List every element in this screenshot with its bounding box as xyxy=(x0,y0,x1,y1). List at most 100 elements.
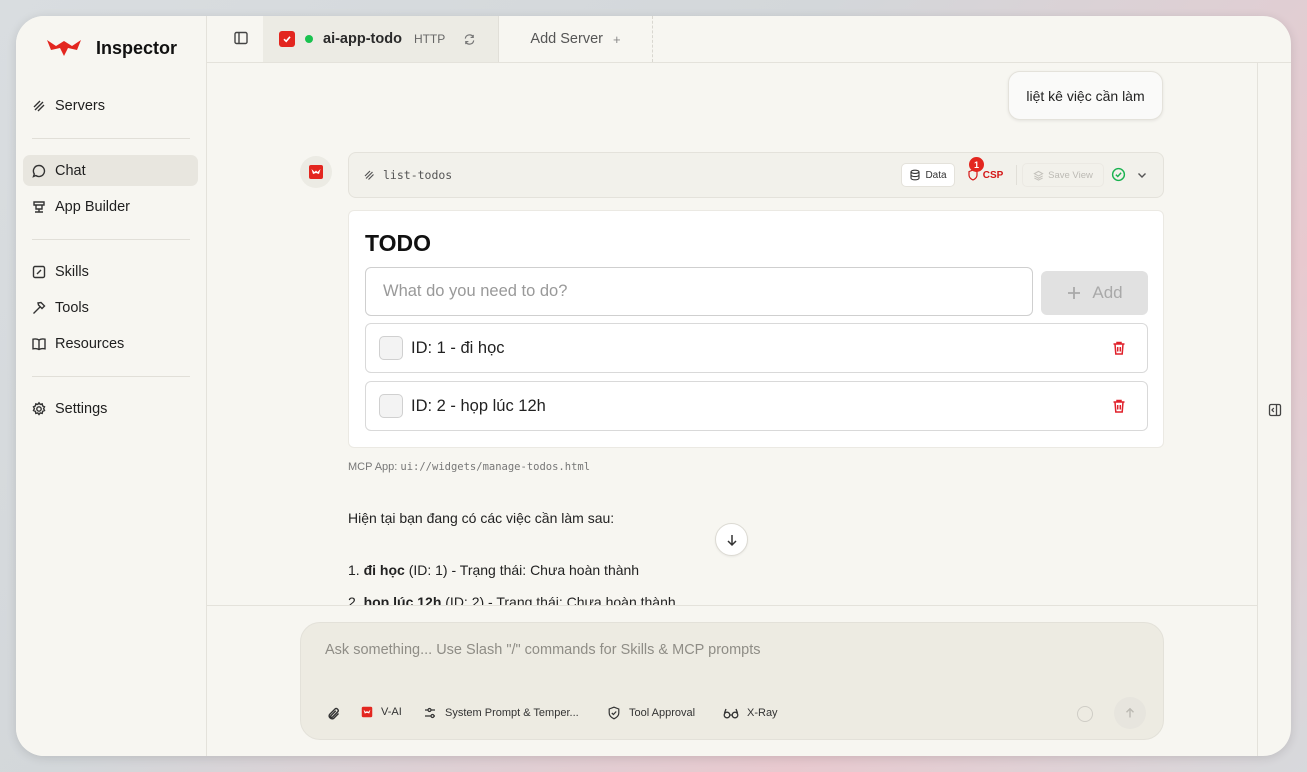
mcp-app-path: ui://widgets/manage-todos.html xyxy=(400,461,591,473)
shield-check-icon xyxy=(608,706,620,720)
brand[interactable]: Inspector xyxy=(46,36,177,60)
user-message-text: liệt kê việc cần làm xyxy=(1026,87,1145,104)
plus-icon: + xyxy=(612,31,621,47)
skills-icon xyxy=(31,264,47,280)
sidebar-divider xyxy=(32,376,190,377)
sidebar-item-skills[interactable]: Skills xyxy=(23,256,198,287)
tool-approval-label: Tool Approval xyxy=(629,707,696,719)
sidebar-item-resources[interactable]: Resources xyxy=(23,328,198,359)
assistant-avatar xyxy=(300,156,332,188)
sidebar-item-settings[interactable]: Settings xyxy=(23,393,198,424)
sidebar-item-servers[interactable]: Servers xyxy=(23,90,198,121)
data-button-label: Data xyxy=(925,169,947,181)
user-message: liệt kê việc cần làm xyxy=(1008,71,1163,120)
sidebar-item-app-builder[interactable]: App Builder xyxy=(23,191,198,222)
tool-approval-button[interactable]: Tool Approval xyxy=(607,706,695,720)
right-panel-rail xyxy=(1257,63,1291,756)
servers-icon xyxy=(31,98,47,114)
sidebar-item-label: Resources xyxy=(55,335,125,352)
add-todo-label: Add xyxy=(1092,283,1123,302)
todo-item: ID: 1 - đi học xyxy=(365,323,1148,373)
server-protocol: HTTP xyxy=(413,32,446,46)
chat-composer[interactable]: Ask something... Use Slash "/" commands … xyxy=(300,622,1164,740)
server-checkbox[interactable] xyxy=(279,31,295,47)
scroll-to-bottom-button[interactable] xyxy=(715,523,748,556)
chevron-down-icon[interactable] xyxy=(1136,168,1148,186)
sidebar-toggle-icon[interactable] xyxy=(233,30,249,46)
glasses-icon xyxy=(723,708,739,719)
reply-item-number: 1. xyxy=(348,562,360,578)
inspector-logo-icon xyxy=(47,40,81,56)
data-button[interactable]: Data xyxy=(901,163,955,187)
csp-button-label: CSP xyxy=(982,169,1004,181)
layers-icon xyxy=(1033,170,1044,181)
trash-icon[interactable] xyxy=(1111,340,1127,361)
connection-status-dot xyxy=(305,35,313,43)
sidebar-divider xyxy=(32,138,190,139)
reply-list-item: 1. đi học (ID: 1) - Trạng thái: Chưa hoà… xyxy=(348,562,639,578)
app-builder-icon xyxy=(31,199,47,215)
model-label: V-AI xyxy=(381,706,402,718)
todo-text: ID: 1 - đi học xyxy=(411,338,505,357)
status-circle-icon xyxy=(1077,706,1093,722)
plus-icon xyxy=(1068,287,1081,299)
sidebar-item-label: Servers xyxy=(55,97,105,114)
sidebar-item-label: Tools xyxy=(55,299,89,316)
trash-icon[interactable] xyxy=(1111,398,1127,419)
reply-item-detail: (ID: 1) - Trạng thái: Chưa hoàn thành xyxy=(408,562,640,578)
mcp-app-caption-prefix: MCP App: xyxy=(348,461,398,473)
top-bar: ai-app-todo HTTP Add Server + xyxy=(207,16,1291,63)
system-prompt-button[interactable]: System Prompt & Temper... xyxy=(423,706,579,720)
save-view-button[interactable]: Save View xyxy=(1022,163,1104,187)
xray-label: X-Ray xyxy=(747,707,778,719)
sliders-icon xyxy=(425,707,435,719)
server-tab-ai-app-todo[interactable]: ai-app-todo HTTP xyxy=(263,16,499,62)
mcp-app-caption: MCP App: ui://widgets/manage-todos.html xyxy=(348,461,590,473)
sidebar-item-chat[interactable]: Chat xyxy=(23,155,198,186)
paperclip-icon[interactable] xyxy=(326,706,342,722)
sidebar-item-label: Chat xyxy=(55,162,86,179)
add-todo-button[interactable]: Add xyxy=(1041,271,1148,315)
app-window: Inspector Servers Chat App Builder Skill… xyxy=(16,16,1291,756)
todo-checkbox[interactable] xyxy=(379,394,403,418)
add-server-button[interactable]: Add Server + xyxy=(499,16,653,62)
todo-item: ID: 2 - họp lúc 12h xyxy=(365,381,1148,431)
sidebar-item-label: App Builder xyxy=(55,198,130,215)
model-selector[interactable]: V-AI xyxy=(361,706,402,718)
chat-bubble-icon xyxy=(31,163,47,179)
xray-button[interactable]: X-Ray xyxy=(723,706,778,720)
arrow-down-icon xyxy=(726,534,737,546)
todo-checkbox[interactable] xyxy=(379,336,403,360)
right-panel-toggle-icon[interactable] xyxy=(1268,403,1282,422)
reply-item-title: đi học xyxy=(363,562,405,578)
arrow-up-icon xyxy=(1126,707,1134,718)
tool-call-header[interactable]: list-todos Data CSP 1 Save View xyxy=(348,152,1164,198)
sidebar: Inspector Servers Chat App Builder Skill… xyxy=(16,16,207,756)
server-name: ai-app-todo xyxy=(323,31,402,47)
book-icon xyxy=(31,336,47,352)
system-prompt-label: System Prompt & Temper... xyxy=(445,707,579,719)
tool-call-name: list-todos xyxy=(363,168,452,182)
reconnect-icon[interactable] xyxy=(463,33,476,46)
sidebar-item-label: Skills xyxy=(55,263,89,280)
new-todo-input[interactable]: What do you need to do? xyxy=(365,267,1033,316)
reply-intro: Hiện tại bạn đang có các việc cần làm sa… xyxy=(348,510,615,526)
add-server-label: Add Server xyxy=(530,31,603,47)
success-check-icon xyxy=(1111,167,1126,187)
brand-name: Inspector xyxy=(96,37,178,58)
model-logo-icon xyxy=(361,706,373,718)
tool-name-text: list-todos xyxy=(383,168,453,182)
save-view-label: Save View xyxy=(1048,169,1093,181)
todo-text: ID: 2 - họp lúc 12h xyxy=(411,396,546,415)
csp-count-badge: 1 xyxy=(969,157,984,172)
send-button[interactable] xyxy=(1114,697,1146,729)
toolbar-divider xyxy=(1016,165,1017,185)
tool-icon xyxy=(364,170,374,180)
composer-placeholder: Ask something... Use Slash "/" commands … xyxy=(325,642,761,658)
widget-title: TODO xyxy=(365,230,432,256)
sidebar-item-tools[interactable]: Tools xyxy=(23,292,198,323)
sidebar-item-label: Settings xyxy=(55,400,108,417)
model-logo-icon xyxy=(309,165,323,179)
csp-button[interactable]: CSP xyxy=(961,163,1009,187)
sidebar-divider xyxy=(32,239,190,240)
